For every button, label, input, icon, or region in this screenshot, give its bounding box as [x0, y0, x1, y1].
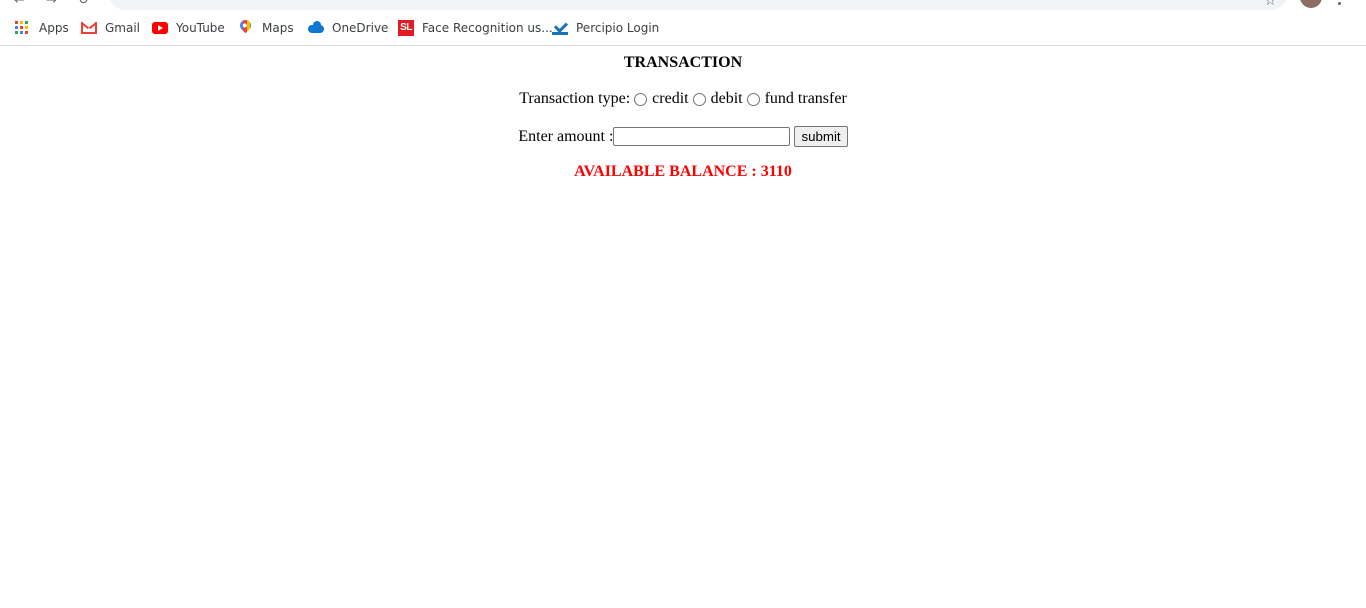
bookmark-apps[interactable]: Apps: [15, 19, 69, 37]
maps-icon: [237, 17, 254, 36]
transaction-type-label: Transaction type:: [519, 90, 631, 107]
bookmark-label: OneDrive: [332, 21, 389, 35]
transaction-type-row: Transaction type: credit debit fund tran…: [0, 90, 1366, 108]
url-text-cutoff: [142, 0, 442, 6]
debit-label: debit: [710, 90, 743, 107]
fund-transfer-label: fund transfer: [764, 90, 847, 107]
amount-label: Enter amount :: [518, 127, 614, 145]
back-arrow-icon[interactable]: ←: [14, 0, 28, 8]
page-title: TRANSACTION: [623, 54, 743, 71]
bookmark-percipio[interactable]: Percipio Login: [552, 19, 659, 37]
page-content: TRANSACTION Transaction type: credit deb…: [0, 46, 1366, 608]
bookmark-star-icon[interactable]: ☆: [1264, 0, 1277, 9]
onedrive-icon: [308, 20, 324, 36]
bookmarks-bar: Apps Gmail YouTube Maps OneDrive SL Face…: [0, 12, 1366, 46]
credit-label: credit: [652, 90, 689, 107]
profile-avatar[interactable]: [1300, 0, 1322, 8]
bookmark-label: YouTube: [176, 21, 225, 35]
bookmark-label: Face Recognition us...: [422, 21, 553, 35]
youtube-icon: [152, 20, 168, 36]
reload-icon[interactable]: ↻: [78, 0, 92, 8]
browser-toolbar: ← → ↻ ☆: [0, 0, 1366, 12]
forward-arrow-icon[interactable]: →: [46, 0, 60, 8]
bookmark-maps[interactable]: Maps: [237, 17, 294, 37]
bookmark-label: Apps: [39, 21, 69, 35]
bookmark-label: Gmail: [105, 21, 141, 35]
amount-row: Enter amount : submit: [0, 126, 1366, 147]
fund-transfer-radio[interactable]: [746, 92, 760, 106]
bookmark-label: Maps: [262, 21, 294, 35]
bookmark-label: Percipio Login: [576, 21, 660, 35]
bookmark-onedrive[interactable]: OneDrive: [308, 19, 388, 37]
bookmark-gmail[interactable]: Gmail: [81, 19, 140, 37]
credit-radio[interactable]: [634, 92, 648, 106]
sl-icon: SL: [398, 20, 414, 36]
available-balance: AVAILABLE BALANCE : 3110: [574, 163, 792, 180]
address-bar[interactable]: [108, 0, 1288, 10]
debit-radio[interactable]: [692, 92, 706, 106]
apps-grid-icon: [15, 20, 31, 36]
percipio-icon: [552, 20, 568, 36]
bookmark-face-recognition[interactable]: SL Face Recognition us...: [398, 19, 553, 37]
amount-input[interactable]: [613, 127, 791, 146]
gmail-icon: [81, 20, 97, 36]
bookmark-youtube[interactable]: YouTube: [152, 19, 225, 37]
submit-button[interactable]: submit: [794, 126, 848, 147]
